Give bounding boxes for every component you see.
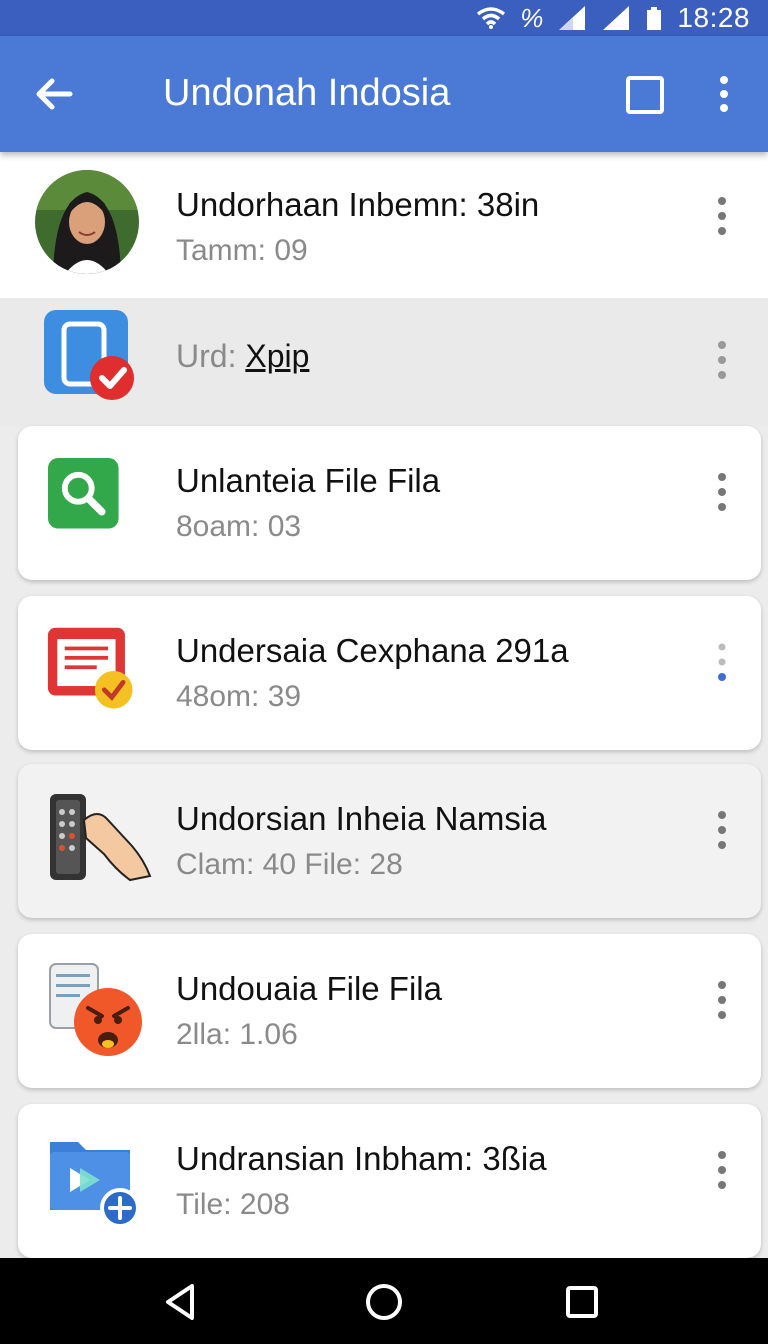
folder-add-icon xyxy=(50,1142,140,1228)
list-item[interactable]: Undouaia File Fila 2lla: 1.06 xyxy=(18,934,761,1088)
item-menu-icon[interactable] xyxy=(716,810,728,850)
back-arrow-icon[interactable] xyxy=(30,70,78,118)
status-bar: % 18:28 xyxy=(0,0,768,36)
back-nav-icon[interactable] xyxy=(158,1280,202,1324)
phone-check-icon xyxy=(44,310,134,400)
clock-text: 18:28 xyxy=(677,2,750,33)
item-subtitle: Tile: 208 xyxy=(176,1188,290,1221)
navigation-bar xyxy=(0,1258,768,1344)
recents-nav-icon[interactable] xyxy=(560,1280,604,1324)
page-title: Undonah Indosia xyxy=(163,72,451,114)
document-check-icon xyxy=(47,627,133,709)
item-link[interactable]: Xpip xyxy=(245,338,309,374)
item-title: Undorhaan Inbemn: 38in xyxy=(176,186,540,223)
avatar xyxy=(35,170,139,274)
file-list: Undorhaan Inbemn: 38in Tamm: 09 Urd: Xpi… xyxy=(0,152,768,1258)
battery-icon xyxy=(647,7,662,30)
item-title: Undersaia Cexphana 291a xyxy=(176,632,569,669)
list-item[interactable]: Undorsian Inheia Namsia Clam: 40 File: 2… xyxy=(18,764,761,918)
item-subtitle: 48om: 39 xyxy=(176,680,302,713)
item-menu-icon[interactable] xyxy=(716,1150,728,1190)
signal-icon xyxy=(559,6,586,30)
home-nav-icon[interactable] xyxy=(362,1280,406,1324)
item-menu-icon[interactable] xyxy=(716,642,728,682)
angry-emoji-icon xyxy=(49,963,142,1056)
wifi-icon xyxy=(477,7,506,29)
status-icons: % 18:28 xyxy=(476,0,750,36)
list-item[interactable]: Urd: Xpip xyxy=(0,298,768,426)
list-item[interactable]: Undersaia Cexphana 291a 48om: 39 xyxy=(18,596,761,750)
item-menu-icon[interactable] xyxy=(716,196,728,236)
item-title: Undorsian Inheia Namsia xyxy=(176,800,547,837)
item-title: Undouaia File Fila xyxy=(176,970,442,1007)
item-menu-icon[interactable] xyxy=(716,980,728,1020)
list-item[interactable]: Unlanteia File Fila 8oam: 03 xyxy=(18,426,761,580)
item-title: Urd: Xpip xyxy=(176,338,309,375)
signal-icon-2 xyxy=(603,6,630,30)
list-item[interactable]: Undransian Inbham: 3ßia Tile: 208 xyxy=(18,1104,761,1258)
item-title-prefix: Urd: xyxy=(176,338,246,374)
item-title: Unlanteia File Fila xyxy=(176,462,441,499)
select-all-icon[interactable] xyxy=(626,76,664,114)
list-item[interactable]: Undorhaan Inbemn: 38in Tamm: 09 xyxy=(0,152,768,298)
search-icon xyxy=(48,458,119,529)
item-subtitle: 8oam: 03 xyxy=(176,510,302,543)
item-menu-icon[interactable] xyxy=(716,472,728,512)
item-subtitle: Clam: 40 File: 28 xyxy=(176,848,403,881)
remote-hand-icon xyxy=(50,794,152,882)
item-subtitle: 2lla: 1.06 xyxy=(176,1018,298,1051)
app-bar: Undonah Indosia xyxy=(0,36,768,152)
overflow-menu-icon[interactable] xyxy=(710,72,738,116)
item-subtitle: Tamm: 09 xyxy=(176,234,308,267)
item-menu-icon[interactable] xyxy=(716,340,728,380)
item-title: Undransian Inbham: 3ßia xyxy=(176,1140,547,1177)
percent-text: % xyxy=(520,2,544,33)
